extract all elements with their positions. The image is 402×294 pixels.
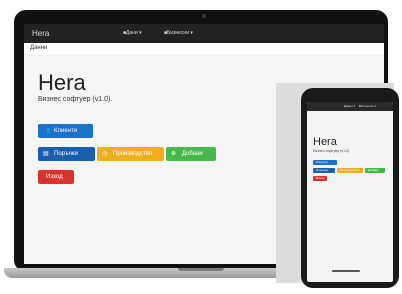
users-icon: 👥	[43, 128, 51, 134]
add-button[interactable]: ⊕ Добави	[166, 147, 216, 161]
processing-button[interactable]: ◷ Производство	[97, 147, 164, 161]
phone-nav-menu-data[interactable]: ■Дани ▾	[344, 104, 355, 108]
page-title: Hera	[38, 70, 86, 95]
processing-button-label: Производство	[113, 151, 153, 157]
phone-orders-button[interactable]: Поръчки	[313, 168, 335, 173]
clients-button[interactable]: 👥 Клиенти	[38, 124, 93, 138]
orders-button-label: Поръчки	[54, 151, 78, 157]
phone-clients-button[interactable]: Клиенти	[313, 160, 337, 165]
exit-button-label: Изход	[46, 174, 63, 180]
add-button-label: Добави	[182, 151, 203, 157]
phone-nav-menu-business[interactable]: ■Бизнесни ▾	[359, 104, 376, 108]
book-icon: ▤	[43, 151, 49, 157]
nav-menu-business[interactable]: ■Бизнесни ▾	[164, 30, 193, 36]
page-subtitle: Бизнес софтуер (v1.0).	[38, 96, 113, 103]
clock-icon: ◷	[102, 151, 108, 157]
phone-processing-button[interactable]: Производство	[337, 168, 363, 173]
phone-add-button[interactable]: Добави	[365, 168, 385, 173]
nav-menu-data[interactable]: ■Дани ▾	[123, 30, 142, 36]
phone-exit-button[interactable]: Изход	[313, 176, 327, 181]
camera-icon	[202, 14, 206, 18]
clients-button-label: Клиенти	[54, 128, 78, 134]
breadcrumb[interactable]: Данни	[30, 45, 47, 51]
exit-button[interactable]: Изход	[38, 170, 74, 184]
top-navbar: Hera ■Дани ▾ ■Бизнесни ▾	[24, 24, 384, 43]
phone-navbar: ■Дани ▾ ■Бизнесни ▾	[307, 102, 393, 111]
laptop-notch	[178, 268, 224, 271]
phone-screen: ■Дани ▾ ■Бизнесни ▾ Hera Бизнес софтуер …	[307, 102, 393, 282]
phone-home-indicator	[332, 270, 360, 272]
phone-page-title: Hera	[313, 136, 337, 148]
plus-icon: ⊕	[171, 151, 177, 157]
orders-button[interactable]: ▤ Поръчки	[38, 147, 95, 161]
phone-page-subtitle: Бизнес софтуер (v1.0).	[313, 149, 351, 153]
navbar-brand[interactable]: Hera	[32, 29, 49, 38]
